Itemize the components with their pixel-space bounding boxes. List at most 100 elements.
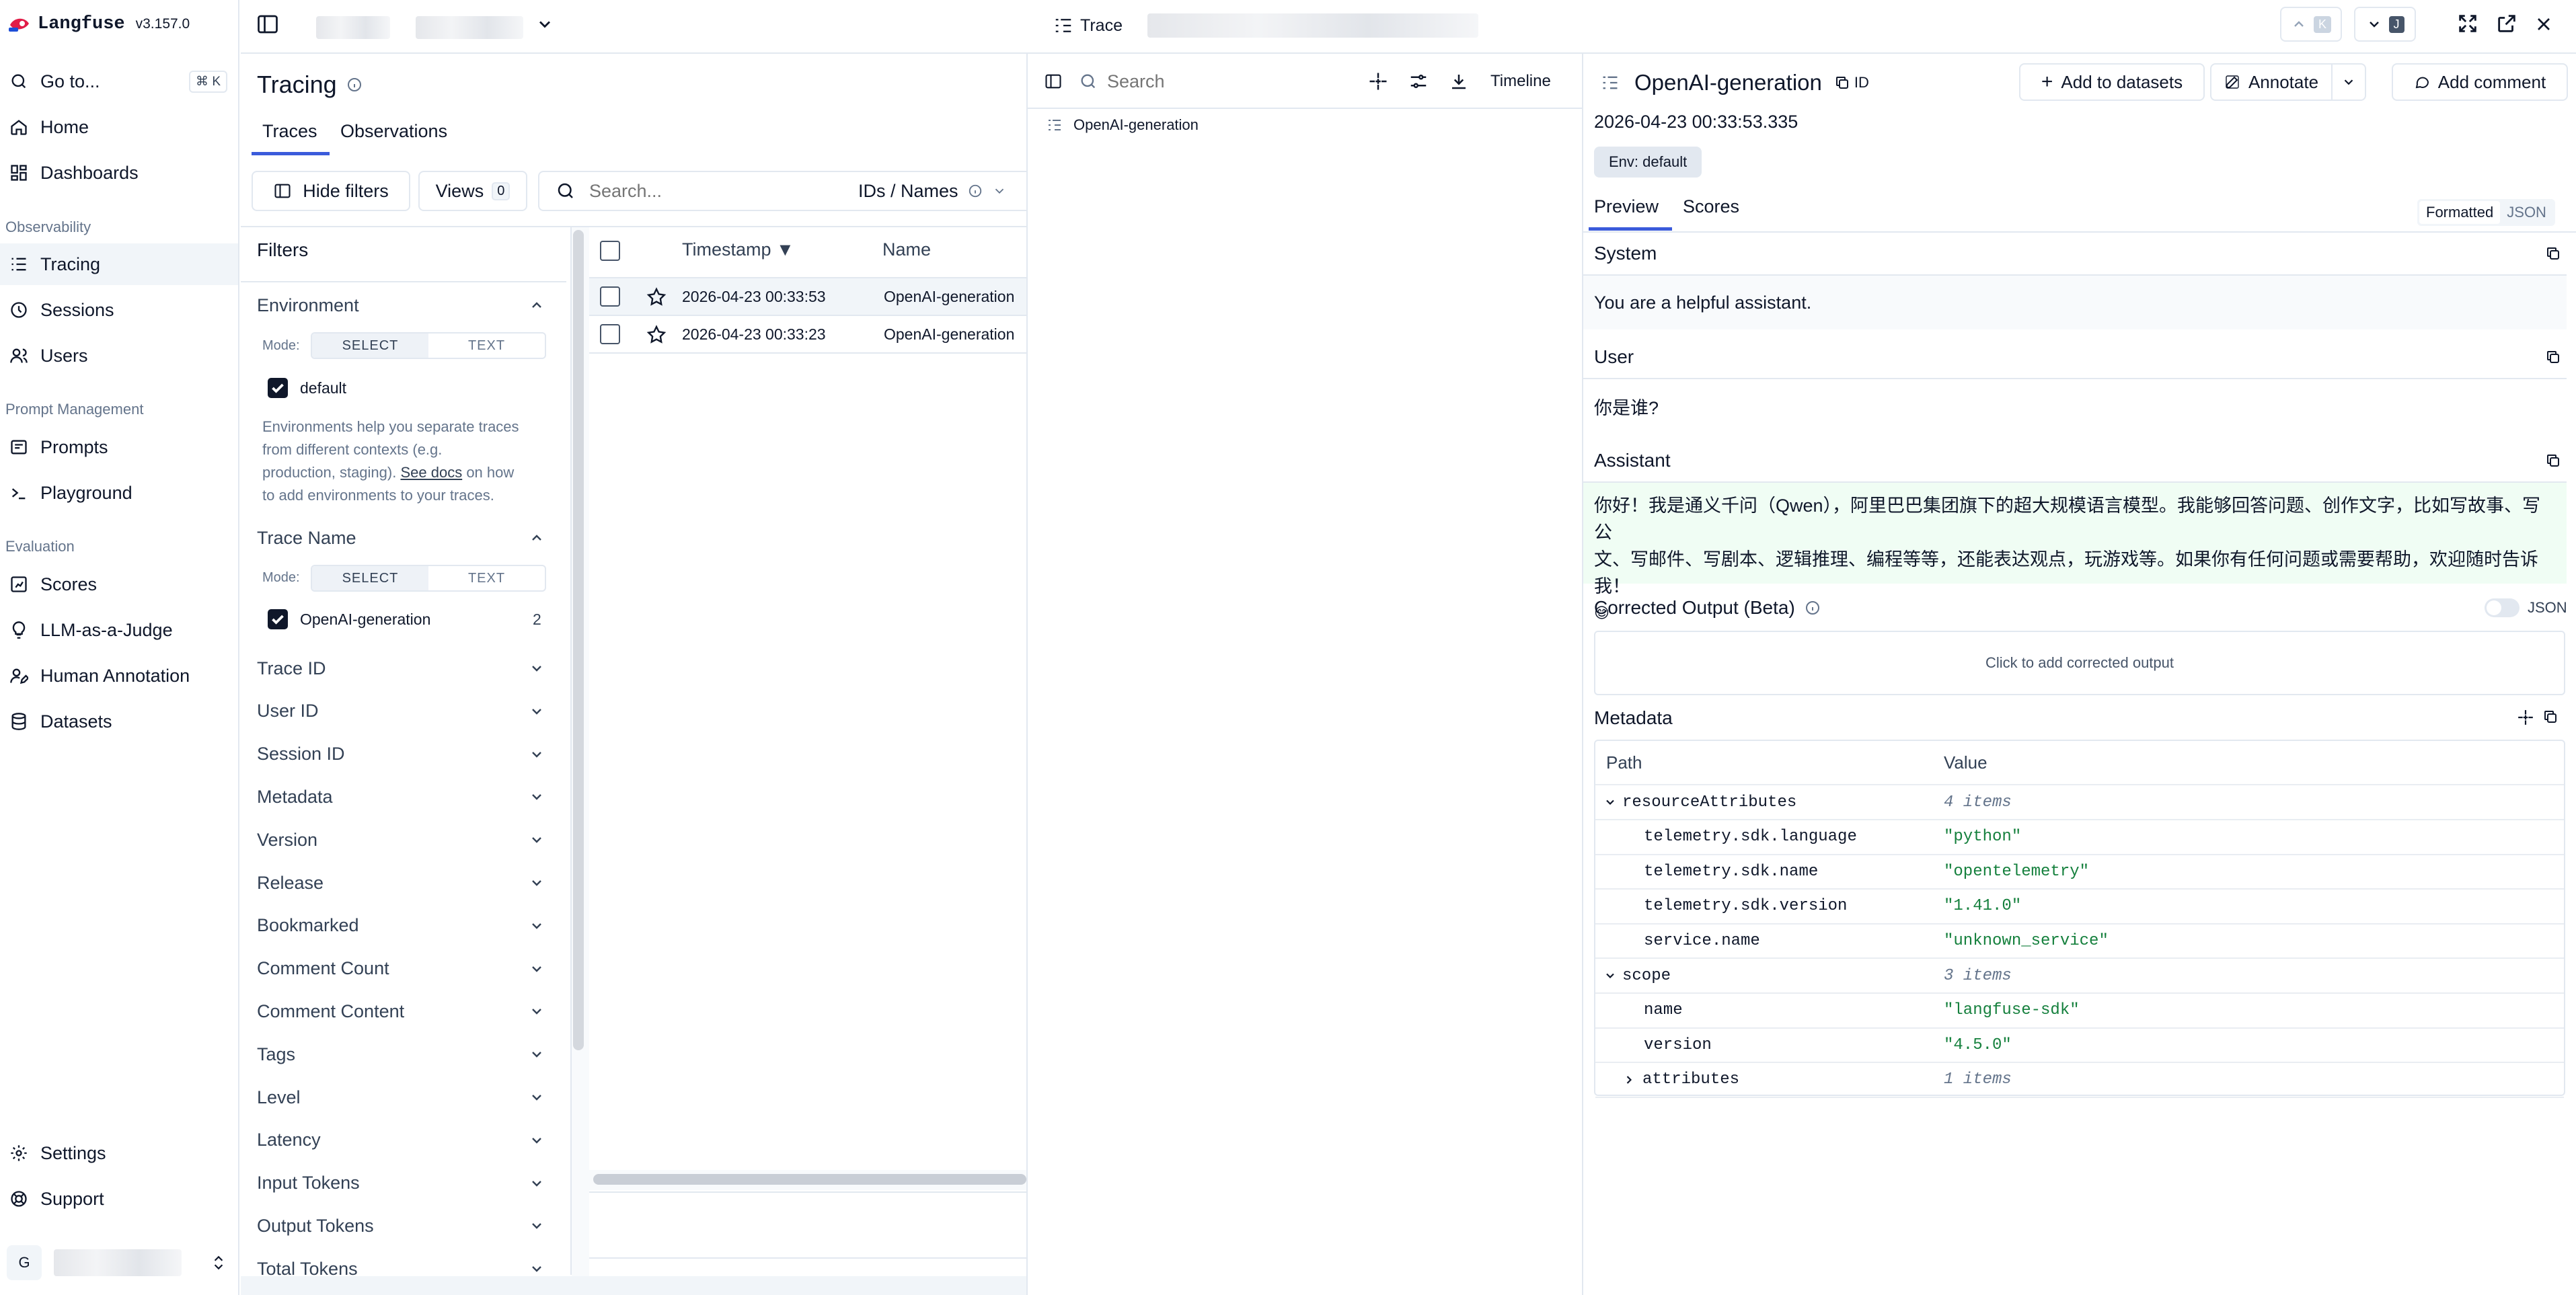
table-row[interactable]: 2026-04-23 00:33:23 OpenAI-generation bbox=[589, 316, 1026, 354]
timeline-toggle[interactable]: Timeline bbox=[1490, 72, 1551, 91]
crosshair-icon[interactable] bbox=[1368, 71, 1388, 91]
chevron-down-icon[interactable] bbox=[1603, 969, 1617, 982]
corrected-json-toggle[interactable]: JSON bbox=[2485, 596, 2567, 620]
sidebar-item-scores[interactable]: Scores bbox=[0, 563, 238, 605]
filter-scrollbar-thumb[interactable] bbox=[573, 230, 584, 1050]
chevron-down-icon[interactable] bbox=[1603, 795, 1617, 809]
filter-output-tokens-header[interactable]: Output Tokens bbox=[257, 1206, 546, 1246]
sliders-icon[interactable] bbox=[1408, 71, 1429, 91]
filter-comment-count-header[interactable]: Comment Count bbox=[257, 949, 546, 989]
next-trace-button[interactable]: J bbox=[2354, 7, 2416, 42]
chevron-right-icon[interactable] bbox=[1622, 1073, 1636, 1087]
add-to-datasets-button[interactable]: + Add to datasets bbox=[2019, 63, 2205, 101]
sidebar-item-datasets[interactable]: Datasets bbox=[0, 701, 238, 742]
sidebar-item-llm-as-a-judge[interactable]: LLM-as-a-Judge bbox=[0, 609, 238, 651]
goto-button[interactable]: Go to... ⌘ K bbox=[0, 61, 238, 102]
tab-preview[interactable]: Preview bbox=[1594, 196, 1659, 217]
maximize-icon[interactable] bbox=[2456, 12, 2479, 35]
chevron-down-icon[interactable] bbox=[535, 15, 554, 34]
previous-trace-button[interactable]: K bbox=[2280, 7, 2342, 42]
bottom-scrollbar[interactable] bbox=[241, 1276, 1026, 1295]
sidebar-item-human-annotation[interactable]: Human Annotation bbox=[0, 655, 238, 697]
mode-select-option[interactable]: SELECT bbox=[312, 333, 428, 358]
row-checkbox[interactable] bbox=[600, 286, 620, 307]
trace-tree-item[interactable]: OpenAI-generation bbox=[1047, 113, 1199, 137]
tab-traces[interactable]: Traces bbox=[262, 121, 317, 142]
copy-icon[interactable] bbox=[2545, 245, 2561, 262]
views-button[interactable]: Views 0 bbox=[418, 171, 527, 211]
app-logo[interactable]: Langfuse v3.157.0 bbox=[8, 12, 190, 36]
view-json-option[interactable]: JSON bbox=[2500, 201, 2553, 224]
environment-default-checkbox[interactable] bbox=[268, 378, 288, 398]
mode-text-option[interactable]: TEXT bbox=[428, 333, 545, 358]
toggle-switch[interactable] bbox=[2485, 598, 2520, 617]
filter-latency-header[interactable]: Latency bbox=[257, 1120, 546, 1161]
filter-trace-name-header[interactable]: Trace Name bbox=[257, 518, 546, 558]
environment-mode-toggle[interactable]: SELECT TEXT bbox=[311, 332, 546, 359]
filter-bookmarked-header[interactable]: Bookmarked bbox=[257, 906, 546, 946]
sidebar-item-tracing[interactable]: Tracing bbox=[0, 243, 238, 285]
crosshair-icon[interactable] bbox=[2517, 709, 2534, 726]
close-icon[interactable] bbox=[2533, 13, 2554, 35]
user-menu[interactable]: G bbox=[7, 1244, 231, 1282]
trace-name-mode-toggle[interactable]: SELECT TEXT bbox=[311, 565, 546, 592]
copy-icon[interactable] bbox=[2545, 453, 2561, 469]
filter-user-id-header[interactable]: User ID bbox=[257, 691, 546, 732]
trace-tab[interactable]: Trace bbox=[1053, 12, 1123, 39]
copy-id-label[interactable]: ID bbox=[1854, 74, 1869, 91]
info-icon[interactable] bbox=[346, 77, 363, 93]
sidebar-item-support[interactable]: Support bbox=[0, 1178, 238, 1220]
project-name-redacted[interactable] bbox=[416, 16, 523, 39]
info-icon[interactable] bbox=[1805, 600, 1821, 616]
filter-tags-header[interactable]: Tags bbox=[257, 1034, 546, 1074]
copy-icon[interactable] bbox=[2545, 349, 2561, 365]
select-all-checkbox[interactable] bbox=[600, 241, 620, 261]
sidebar-item-dashboards[interactable]: Dashboards bbox=[0, 152, 238, 194]
trace-name-option-checkbox[interactable] bbox=[268, 609, 288, 629]
copy-icon[interactable] bbox=[1834, 75, 1850, 91]
sidebar-item-home[interactable]: Home bbox=[0, 106, 238, 148]
filter-comment-content-header[interactable]: Comment Content bbox=[257, 991, 546, 1031]
chevron-down-icon[interactable] bbox=[992, 184, 1007, 198]
metadata-row[interactable]: resourceAttributes 4 items bbox=[1595, 785, 2564, 820]
filter-session-id-header[interactable]: Session ID bbox=[257, 734, 546, 775]
add-comment-button[interactable]: Add comment bbox=[2392, 63, 2568, 101]
corrected-output-input[interactable]: Click to add corrected output bbox=[1594, 631, 2565, 695]
external-link-icon[interactable] bbox=[2495, 12, 2518, 35]
search-mode-select[interactable]: IDs / Names bbox=[858, 181, 958, 202]
sidebar-item-playground[interactable]: Playground bbox=[0, 472, 238, 514]
hide-filters-button[interactable]: Hide filters bbox=[252, 171, 410, 211]
filter-level-header[interactable]: Level bbox=[257, 1077, 546, 1117]
column-header-name[interactable]: Name bbox=[882, 239, 931, 260]
column-header-timestamp[interactable]: Timestamp ▼ bbox=[682, 239, 794, 260]
see-docs-link[interactable]: See docs bbox=[400, 464, 462, 481]
sidebar-item-prompts[interactable]: Prompts bbox=[0, 426, 238, 468]
trace-search-input[interactable] bbox=[1107, 71, 1349, 92]
filter-input-tokens-header[interactable]: Input Tokens bbox=[257, 1163, 546, 1204]
annotate-button[interactable]: Annotate bbox=[2210, 63, 2333, 101]
download-icon[interactable] bbox=[1449, 71, 1469, 91]
search-input[interactable] bbox=[589, 180, 845, 202]
filter-trace-id-header[interactable]: Trace ID bbox=[257, 648, 546, 689]
mode-text-option[interactable]: TEXT bbox=[428, 566, 545, 590]
tab-scores[interactable]: Scores bbox=[1683, 196, 1739, 217]
panel-left-icon[interactable] bbox=[1044, 72, 1063, 91]
filter-metadata-header[interactable]: Metadata bbox=[257, 777, 546, 817]
sidebar-item-users[interactable]: Users bbox=[0, 335, 238, 377]
table-hscroll-thumb[interactable] bbox=[593, 1174, 1026, 1185]
star-icon[interactable] bbox=[646, 324, 667, 346]
sidebar-toggle-icon[interactable] bbox=[256, 12, 280, 36]
annotate-dropdown[interactable] bbox=[2331, 63, 2366, 101]
metadata-row[interactable]: attributes 1 items bbox=[1595, 1063, 2564, 1098]
copy-icon[interactable] bbox=[2542, 709, 2559, 725]
sidebar-item-sessions[interactable]: Sessions bbox=[0, 289, 238, 331]
sidebar-item-settings[interactable]: Settings bbox=[0, 1132, 238, 1174]
star-icon[interactable] bbox=[646, 286, 667, 308]
tab-observations[interactable]: Observations bbox=[340, 121, 447, 142]
filter-release-header[interactable]: Release bbox=[257, 863, 546, 903]
row-checkbox[interactable] bbox=[600, 324, 620, 344]
filter-environment-header[interactable]: Environment bbox=[257, 285, 546, 325]
mode-select-option[interactable]: SELECT bbox=[312, 566, 428, 590]
filter-version-header[interactable]: Version bbox=[257, 820, 546, 860]
view-toggle[interactable]: Formatted JSON bbox=[2417, 199, 2555, 226]
